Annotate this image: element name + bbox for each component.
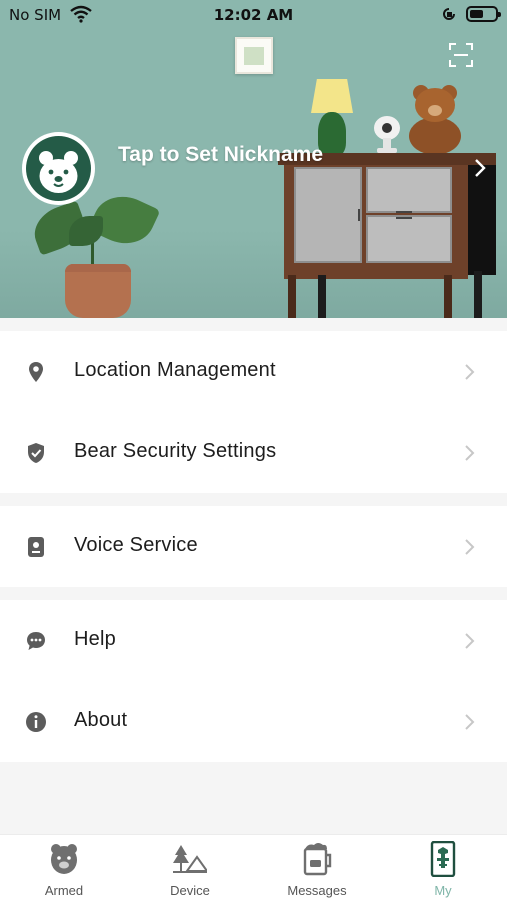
- menu-section-support: Help About: [0, 600, 507, 762]
- menu-item-location-management[interactable]: Location Management: [0, 331, 507, 412]
- chevron-right-icon: [465, 539, 475, 555]
- tab-messages[interactable]: Messages: [267, 835, 367, 900]
- camp-icon: [173, 845, 207, 873]
- camera-illustration: [373, 116, 401, 154]
- menu-section-account: Location Management Bear Security Settin…: [0, 331, 507, 493]
- bear-face-icon: [39, 151, 78, 193]
- status-bar: No SIM 12:02 AM: [0, 0, 507, 32]
- lamp-shade: [311, 79, 353, 113]
- tab-bar: Armed Device Messages My: [0, 834, 507, 900]
- shield-check-icon: [28, 443, 44, 463]
- speaker-device-icon: [28, 537, 44, 557]
- location-pin-icon: [29, 362, 43, 382]
- menu-item-label: Voice Service: [74, 534, 198, 556]
- menu-item-voice-service[interactable]: Voice Service: [0, 506, 507, 587]
- chevron-right-icon: [465, 714, 475, 730]
- scan-icon[interactable]: [448, 42, 474, 68]
- orientation-lock-icon: [443, 8, 455, 20]
- phone-bear-icon: [430, 841, 456, 877]
- tab-label: Device: [170, 883, 210, 898]
- nickname-prompt[interactable]: Tap to Set Nickname: [118, 143, 323, 167]
- menu-item-about[interactable]: About: [0, 681, 507, 762]
- menu-item-label: Help: [74, 628, 116, 650]
- bear-icon: [51, 844, 77, 874]
- menu-section-voice: Voice Service: [0, 506, 507, 587]
- chat-bubble-icon: [27, 632, 45, 650]
- chevron-right-icon[interactable]: [472, 156, 488, 180]
- chevron-right-icon: [465, 633, 475, 649]
- cabinet-illustration: [278, 153, 496, 318]
- info-icon: [26, 712, 46, 732]
- profile-header: Tap to Set Nickname: [0, 0, 507, 318]
- mug-icon: [303, 843, 332, 876]
- wall-picture: [235, 37, 273, 74]
- menu-item-label: Bear Security Settings: [74, 440, 277, 462]
- menu-item-help[interactable]: Help: [0, 600, 507, 681]
- tab-label: Armed: [44, 883, 84, 898]
- tab-label: My: [434, 883, 452, 898]
- tab-label: Messages: [287, 883, 347, 898]
- menu-item-label: About: [74, 709, 128, 731]
- clock: 12:02 AM: [213, 6, 294, 24]
- menu-item-label: Location Management: [74, 359, 276, 381]
- avatar[interactable]: [22, 132, 95, 205]
- tab-armed[interactable]: Armed: [14, 835, 114, 900]
- tab-device[interactable]: Device: [140, 835, 240, 900]
- chevron-right-icon: [465, 364, 475, 380]
- teddy-bear-illustration: [401, 83, 469, 157]
- tab-my[interactable]: My: [393, 835, 493, 900]
- menu-item-bear-security-settings[interactable]: Bear Security Settings: [0, 412, 507, 493]
- plant-illustration: [27, 185, 161, 318]
- chevron-right-icon: [465, 445, 475, 461]
- battery-icon: [466, 6, 501, 22]
